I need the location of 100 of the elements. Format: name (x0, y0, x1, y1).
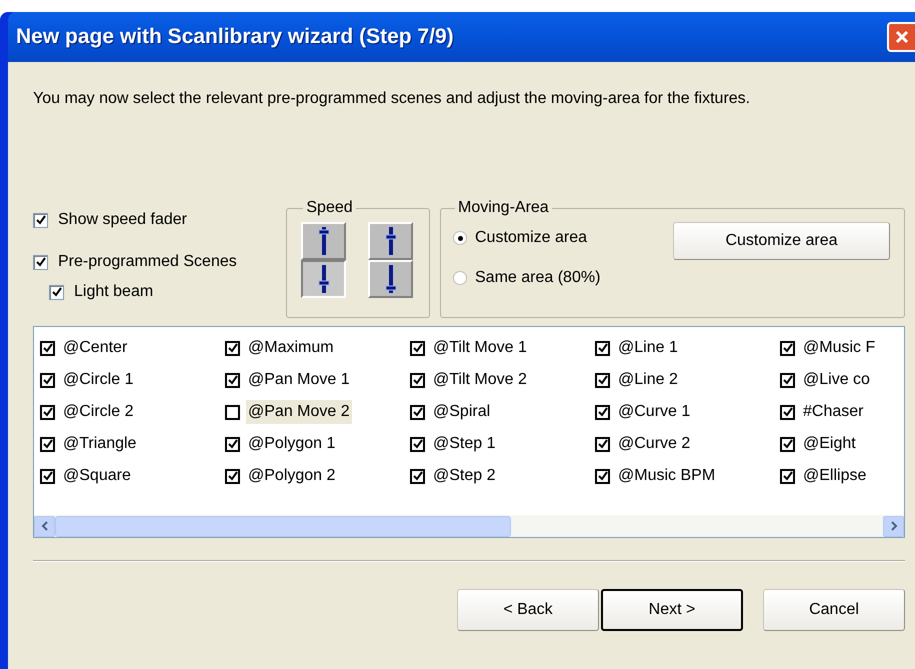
close-icon (895, 30, 909, 44)
wizard-button[interactable]: < Back (457, 589, 599, 631)
scene-label: @Circle 1 (62, 370, 134, 390)
scene-item[interactable]: @Pan Move 2 (225, 396, 410, 428)
checkbox[interactable] (410, 468, 425, 484)
scroll-right-button[interactable] (883, 516, 904, 536)
checkbox[interactable] (40, 404, 55, 420)
scene-item[interactable]: @Curve 1 (595, 396, 780, 428)
scene-item[interactable]: @Center (40, 332, 225, 364)
scene-label: @Maximum (247, 338, 335, 358)
scene-item[interactable]: @Live co (780, 364, 904, 396)
scene-label: @Circle 2 (62, 402, 134, 422)
scene-item[interactable]: @Circle 1 (40, 364, 225, 396)
scene-item[interactable]: @Line 2 (595, 364, 780, 396)
checkbox[interactable] (410, 372, 425, 388)
option-label: Show speed fader (58, 210, 187, 230)
scene-item[interactable]: @Step 2 (410, 460, 595, 492)
customize-area-button[interactable]: Customize area (673, 222, 890, 260)
checkbox[interactable] (225, 468, 240, 484)
scene-label: @Pan Move 2 (246, 400, 352, 424)
fader-icon (384, 264, 397, 294)
window-title: New page with Scanlibrary wizard (Step 7/9) (16, 24, 454, 50)
scene-item[interactable]: @Maximum (225, 332, 410, 364)
checkbox[interactable] (780, 436, 795, 452)
checkbox[interactable] (40, 436, 55, 452)
scene-label: @Pan Move 1 (247, 370, 351, 390)
checkbox[interactable] (595, 436, 610, 452)
checkbox[interactable] (595, 404, 610, 420)
wizard-button[interactable]: Next > (601, 589, 743, 631)
scene-label: @Step 1 (432, 434, 496, 454)
scene-item[interactable]: @Tilt Move 2 (410, 364, 595, 396)
scene-item[interactable]: @Music F (780, 332, 904, 364)
close-button[interactable] (887, 22, 915, 52)
scene-label: @Spiral (432, 402, 492, 422)
speed-label: Speed (305, 198, 354, 218)
scene-item[interactable]: @Line 1 (595, 332, 780, 364)
checkbox[interactable] (40, 468, 55, 484)
scene-item[interactable]: @Pan Move 1 (225, 364, 410, 396)
fader-icon (318, 264, 330, 294)
checkbox[interactable] (595, 468, 610, 484)
scene-item[interactable]: @Polygon 1 (225, 428, 410, 460)
checkbox[interactable] (40, 340, 55, 356)
checkbox[interactable] (780, 404, 795, 420)
radio-label: Customize area (475, 228, 588, 248)
checkbox[interactable] (225, 436, 240, 452)
scene-item[interactable]: @Step 1 (410, 428, 595, 460)
scene-item[interactable]: @Tilt Move 1 (410, 332, 595, 364)
checkbox[interactable] (595, 372, 610, 388)
scene-label: @Tilt Move 2 (432, 370, 528, 390)
checkbox[interactable] (33, 212, 48, 228)
fader-icon (384, 226, 397, 256)
description-text: You may now select the relevant pre-programmed scenes and adjust the moving-area for the fixtures. (33, 89, 752, 109)
speed-button[interactable] (301, 260, 346, 298)
checkbox[interactable] (780, 340, 795, 356)
scene-label: @Line 2 (617, 370, 679, 390)
scene-label: @Center (62, 338, 128, 358)
checkbox[interactable] (33, 254, 48, 270)
checkbox[interactable] (780, 372, 795, 388)
scroll-left-button[interactable] (34, 516, 55, 536)
scene-label: @Music BPM (617, 466, 716, 486)
checkbox[interactable] (595, 340, 610, 356)
scene-label: @Polygon 1 (247, 434, 336, 454)
scene-label: @Polygon 2 (247, 466, 336, 486)
scene-item[interactable]: @Polygon 2 (225, 460, 410, 492)
wizard-button[interactable]: Cancel (763, 589, 905, 631)
radio-label: Same area (80%) (475, 268, 600, 288)
checkbox[interactable] (410, 404, 425, 420)
scene-label: @Square (62, 466, 132, 486)
scene-item[interactable]: @Circle 2 (40, 396, 225, 428)
scene-item[interactable]: @Square (40, 460, 225, 492)
checkbox[interactable] (780, 468, 795, 484)
scene-label: @Music F (802, 338, 876, 358)
checkbox[interactable] (49, 284, 64, 300)
scene-label: @Eight (802, 434, 857, 454)
scene-label: @Curve 1 (617, 402, 692, 422)
checkbox[interactable] (225, 404, 240, 420)
radio-button[interactable] (453, 231, 467, 245)
scene-item[interactable]: @Spiral (410, 396, 595, 428)
moving-area-label: Moving-Area (457, 198, 550, 218)
checkbox[interactable] (410, 436, 425, 452)
radio-button[interactable] (453, 271, 467, 285)
fader-icon (318, 226, 330, 256)
scene-item[interactable]: @Triangle (40, 428, 225, 460)
checkbox[interactable] (225, 372, 240, 388)
horizontal-scrollbar[interactable] (34, 515, 904, 537)
scene-label: @Step 2 (432, 466, 496, 486)
scene-item[interactable]: @Eight (780, 428, 904, 460)
scene-item[interactable]: @Music BPM (595, 460, 780, 492)
checkbox[interactable] (410, 340, 425, 356)
checkbox[interactable] (225, 340, 240, 356)
scene-item[interactable]: @Curve 2 (595, 428, 780, 460)
scene-label: @Line 1 (617, 338, 679, 358)
option-label: Pre-programmed Scenes (58, 252, 237, 272)
scroll-thumb[interactable] (55, 516, 511, 536)
checkbox[interactable] (40, 372, 55, 388)
scene-label: @Ellipse (802, 466, 868, 486)
scene-item[interactable]: #Chaser (780, 396, 904, 428)
scene-label: @Tilt Move 1 (432, 338, 528, 358)
scene-item[interactable]: @Ellipse (780, 460, 904, 492)
scene-label: @Curve 2 (617, 434, 692, 454)
